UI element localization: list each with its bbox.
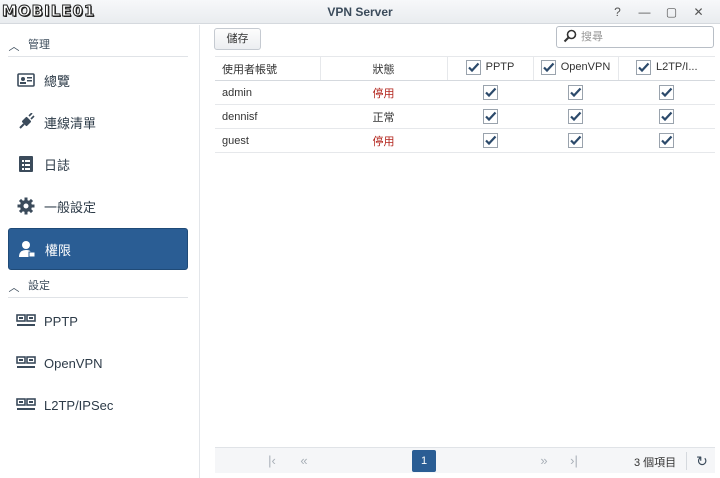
pptp-checkbox[interactable] xyxy=(482,133,498,148)
user-cell: guest xyxy=(215,128,320,153)
table-header-row: 使用者帳號 狀態 PPTP OpenVPN L2TP/I... xyxy=(215,56,715,81)
l2tp-checkbox[interactable] xyxy=(659,85,674,100)
pptp-cell xyxy=(447,104,533,129)
maximize-button[interactable]: ▢ xyxy=(658,3,685,21)
refresh-icon[interactable]: ↻ xyxy=(693,451,711,471)
user-cell: admin xyxy=(215,80,320,105)
last-page-button[interactable]: ›| xyxy=(565,452,583,470)
divider xyxy=(8,56,188,57)
section-header-settings[interactable]: ︿ 設定 xyxy=(8,275,188,295)
divider xyxy=(8,297,188,298)
network-icon xyxy=(16,395,36,415)
search-icon xyxy=(563,29,577,46)
title-bar: MOBILE01 VPN Server ? — ▢ ✕ xyxy=(0,0,720,24)
pptp-cell xyxy=(447,80,533,105)
sidebar-item-label: 總覽 xyxy=(44,73,71,89)
column-header-status[interactable]: 狀態 xyxy=(319,56,447,81)
table-row[interactable]: admin 停用 xyxy=(215,80,715,105)
pptp-checkbox[interactable] xyxy=(482,109,498,124)
sidebar-item-overview[interactable]: 總覽 xyxy=(8,59,188,101)
sidebar-item-l2tp[interactable]: L2TP/IPSec xyxy=(8,384,188,426)
main-panel: 儲存 使用者帳號 狀態 PPTP OpenVPN xyxy=(201,25,720,478)
permissions-table: 使用者帳號 狀態 PPTP OpenVPN L2TP/I... admin 停用… xyxy=(215,56,715,153)
column-header-pptp[interactable]: PPTP xyxy=(446,56,533,81)
window-controls: ? — ▢ ✕ xyxy=(604,3,712,21)
item-count: 3 個項目 xyxy=(634,457,677,469)
user-cell: dennisf xyxy=(215,104,320,129)
sidebar-item-label: 一般設定 xyxy=(44,199,97,215)
sidebar-item-label: 權限 xyxy=(45,242,72,258)
sidebar-item-connections[interactable]: 連線清單 xyxy=(8,101,188,143)
table-row[interactable]: dennisf 正常 xyxy=(215,104,715,129)
user-permission-icon xyxy=(17,239,37,259)
pptp-checkbox[interactable] xyxy=(482,85,498,100)
sidebar-item-pptp[interactable]: PPTP xyxy=(8,300,188,342)
status-cell: 停用 xyxy=(320,80,447,105)
save-button[interactable]: 儲存 xyxy=(214,28,261,50)
openvpn-cell xyxy=(533,128,618,153)
openvpn-checkbox[interactable] xyxy=(568,109,583,124)
openvpn-checkbox[interactable] xyxy=(568,85,583,100)
sidebar-item-label: 連線清單 xyxy=(44,115,97,131)
select-all-openvpn-checkbox[interactable] xyxy=(540,59,556,75)
network-icon xyxy=(16,311,36,331)
status-cell: 停用 xyxy=(320,128,447,153)
pagination-bar: |‹ « 1 » ›| 3 個項目 ↻ xyxy=(215,447,715,473)
column-header-label: OpenVPN xyxy=(560,61,611,73)
pptp-cell xyxy=(447,128,533,153)
l2tp-checkbox[interactable] xyxy=(659,109,674,124)
network-icon xyxy=(16,353,36,373)
status-cell: 正常 xyxy=(320,104,447,129)
l2tp-cell xyxy=(618,80,715,105)
chevron-up-icon: ︿ xyxy=(8,282,20,294)
sidebar-item-openvpn[interactable]: OpenVPN xyxy=(8,342,188,384)
select-all-pptp-checkbox[interactable] xyxy=(465,59,481,75)
openvpn-cell xyxy=(533,104,618,129)
sidebar-item-label: 日誌 xyxy=(44,157,71,173)
gear-icon xyxy=(16,196,36,216)
column-header-label: PPTP xyxy=(485,61,515,73)
search-box[interactable] xyxy=(556,26,714,48)
column-header-l2tp[interactable]: L2TP/I... xyxy=(617,56,715,81)
l2tp-checkbox[interactable] xyxy=(659,133,674,148)
column-header-openvpn[interactable]: OpenVPN xyxy=(532,56,618,81)
section-label-manage: 管理 xyxy=(28,39,50,51)
prev-page-button[interactable]: « xyxy=(295,452,313,470)
next-page-button[interactable]: » xyxy=(535,452,553,470)
column-header-label: L2TP/I... xyxy=(655,61,698,73)
divider xyxy=(686,452,687,470)
sidebar: ︿ 管理 總覽 連線清單 日誌 一般設定 權限 ︿ 設定 PPTP OpenVP… xyxy=(0,25,200,478)
chevron-up-icon: ︿ xyxy=(8,41,20,53)
section-header-manage[interactable]: ︿ 管理 xyxy=(8,34,188,54)
l2tp-cell xyxy=(618,128,715,153)
l2tp-cell xyxy=(618,104,715,129)
openvpn-cell xyxy=(533,80,618,105)
sidebar-item-log[interactable]: 日誌 xyxy=(8,143,188,185)
sidebar-item-general-settings[interactable]: 一般設定 xyxy=(8,185,188,227)
column-header-user[interactable]: 使用者帳號 xyxy=(215,56,320,81)
search-input[interactable] xyxy=(581,31,701,43)
log-icon xyxy=(16,154,36,174)
sidebar-item-label: L2TP/IPSec xyxy=(44,397,114,413)
sidebar-item-permissions[interactable]: 權限 xyxy=(8,228,188,270)
sidebar-item-label: PPTP xyxy=(44,313,78,329)
close-button[interactable]: ✕ xyxy=(685,3,712,21)
connection-icon xyxy=(16,112,36,132)
current-page[interactable]: 1 xyxy=(412,450,436,472)
first-page-button[interactable]: |‹ xyxy=(263,452,281,470)
minimize-button[interactable]: — xyxy=(631,3,658,21)
overview-icon xyxy=(16,70,36,90)
table-row[interactable]: guest 停用 xyxy=(215,128,715,153)
section-label-settings: 設定 xyxy=(28,280,50,292)
openvpn-checkbox[interactable] xyxy=(568,133,583,148)
sidebar-item-label: OpenVPN xyxy=(44,355,103,371)
help-button[interactable]: ? xyxy=(604,3,631,21)
select-all-l2tp-checkbox[interactable] xyxy=(635,59,651,75)
